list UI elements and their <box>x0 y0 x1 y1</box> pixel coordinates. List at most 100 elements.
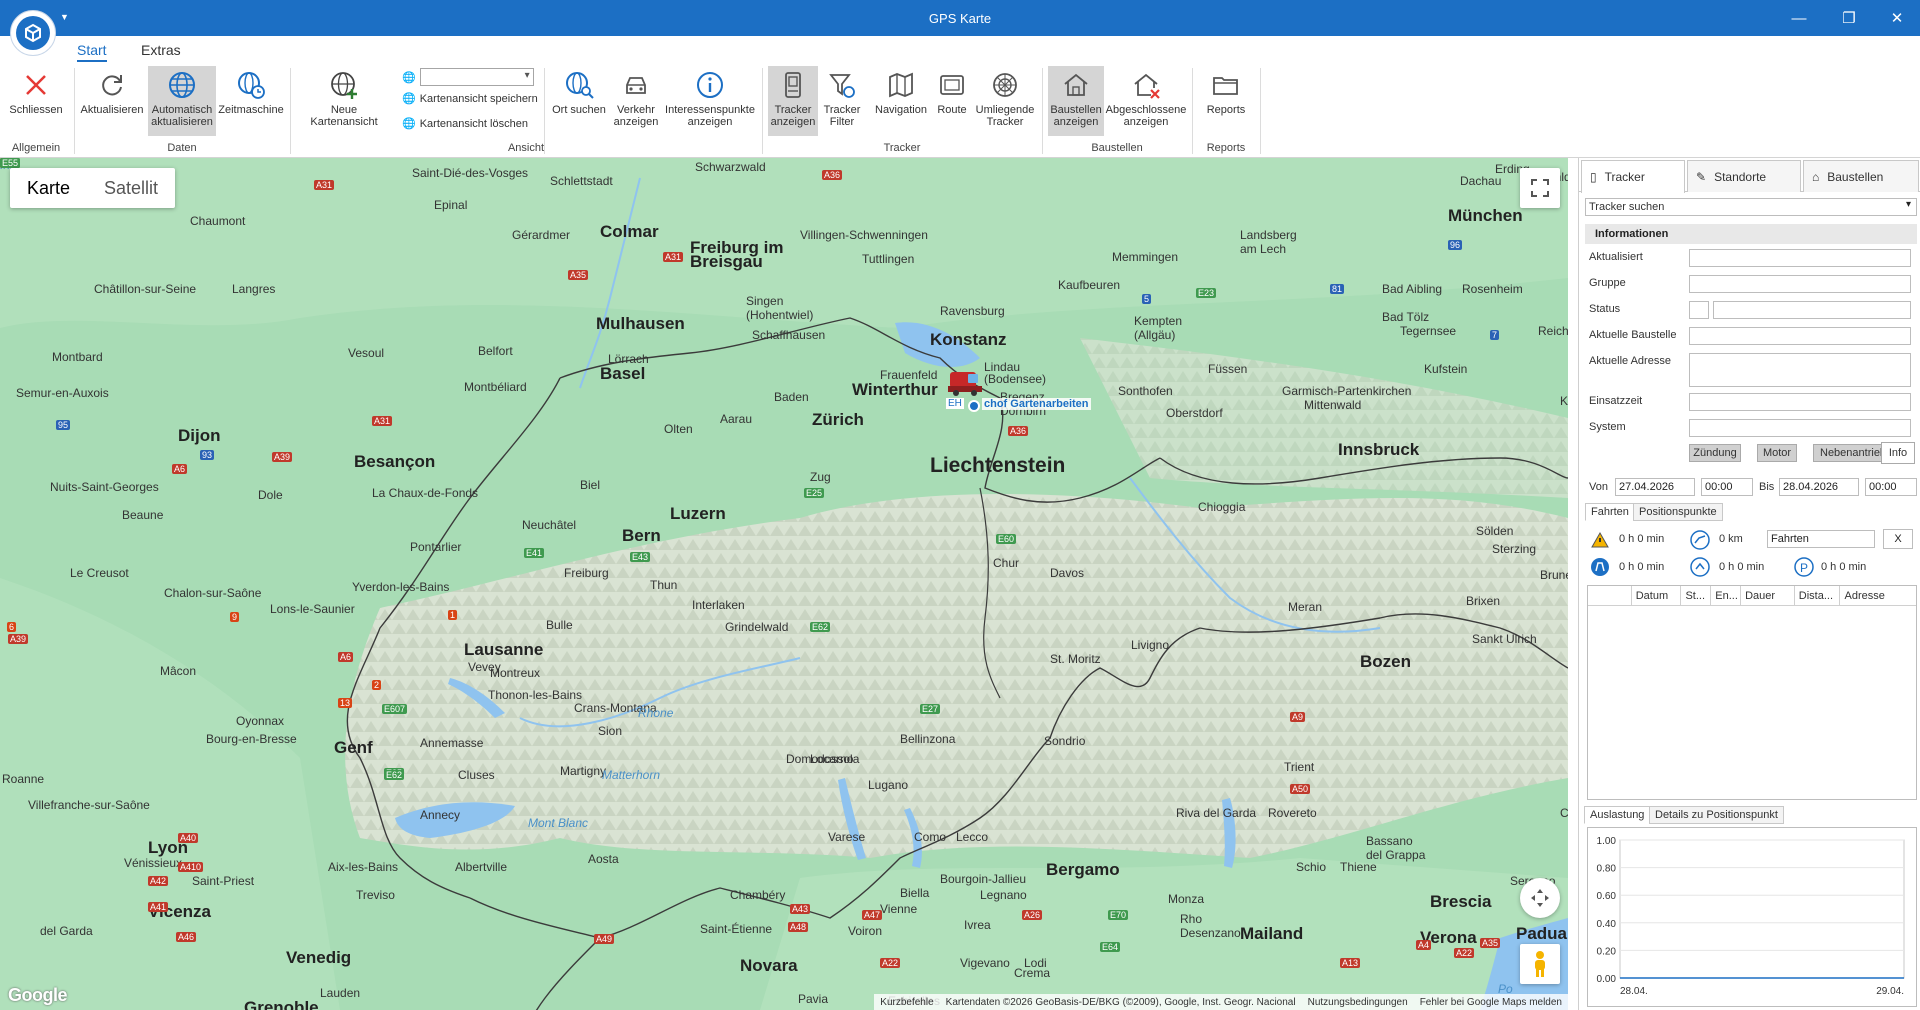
clear-filter-button[interactable]: X <box>1883 529 1913 549</box>
col-header-start[interactable]: St... <box>1681 586 1712 605</box>
subtab-fahrten[interactable]: Fahrten <box>1585 503 1635 521</box>
schliessen-button[interactable]: Schliessen <box>6 66 66 136</box>
bis-date-picker[interactable]: 28.04.2026 <box>1779 478 1859 496</box>
subtab-positionspunkte[interactable]: Positionspunkte <box>1633 503 1723 521</box>
neue-kartenansicht-button[interactable]: Neue Kartenansicht <box>296 66 392 136</box>
fullscreen-icon <box>1531 179 1549 197</box>
restore-button[interactable]: ❐ <box>1826 0 1872 36</box>
road-shield: A31 <box>314 180 335 190</box>
road-shield: A43 <box>790 904 811 914</box>
chart-y-tick-label: 0.60 <box>1597 891 1617 902</box>
abgeschlossene-button[interactable]: Abgeschlossene anzeigen <box>1106 66 1186 136</box>
map-place-label: Basel <box>600 364 646 383</box>
map-place-label: Yverdon-les-Bains <box>352 580 450 594</box>
close-window-button[interactable]: ✕ <box>1874 0 1920 36</box>
poi-label-1: Interessenspunkte <box>665 104 755 116</box>
nebenantrieb-button[interactable]: Nebenantrieb <box>1813 444 1883 462</box>
chart-y-tick-label: 0.20 <box>1597 946 1617 957</box>
map-place-label: Dijon <box>178 426 221 445</box>
tab-baustellen[interactable]: ⌂ Baustellen <box>1803 160 1919 192</box>
chart-y-tick-label: 0.80 <box>1597 864 1617 875</box>
tab-standorte[interactable]: ✎ Standorte <box>1687 160 1801 192</box>
camera-control-button[interactable] <box>1520 878 1560 918</box>
map-place-label: Como <box>914 830 947 844</box>
umliegende-tracker-button[interactable]: Umliegende Tracker <box>974 66 1036 136</box>
road-shield: E43 <box>630 552 651 562</box>
fullscreen-button[interactable] <box>1520 168 1560 208</box>
tab-tracker[interactable]: ▯ Tracker <box>1581 160 1685 193</box>
reports-button[interactable]: Reports <box>1198 66 1254 136</box>
col-header-ende[interactable]: En... <box>1711 586 1742 605</box>
map-view[interactable]: Saint-Dié-des-Vosges Schlettstadt Schwarzw… <box>0 158 1568 1010</box>
map-place-label: Grindelwald <box>725 620 789 634</box>
von-date-picker[interactable]: 27.04.2026 <box>1615 478 1695 496</box>
road-shield: E25 <box>804 488 825 498</box>
kartenansicht-loeschen-label: Kartenansicht löschen <box>419 117 528 130</box>
kartenansicht-loeschen-button[interactable]: 🌐 Kartenansicht löschen <box>402 117 528 131</box>
col-header-select[interactable] <box>1588 586 1632 605</box>
baustelle-marker-icon[interactable] <box>968 400 980 412</box>
app-logo-button[interactable] <box>10 10 56 56</box>
zuendung-button[interactable]: Zündung <box>1689 444 1741 462</box>
tracker-anzeigen-button[interactable]: Tracker anzeigen <box>768 66 818 136</box>
map-place-label: Bozen <box>1360 652 1411 671</box>
tracker-filter-button[interactable]: Tracker Filter <box>820 66 864 136</box>
map-place-label: Innsbruck <box>1338 440 1420 459</box>
ort-suchen-button[interactable]: Ort suchen <box>550 66 608 136</box>
tracker-marker[interactable] <box>946 366 986 398</box>
arrows-icon <box>1531 889 1549 907</box>
aktualisieren-button[interactable]: Aktualisieren <box>80 66 144 136</box>
bis-time-spinner[interactable]: 00:00 <box>1865 478 1917 496</box>
attribution-shortcuts[interactable]: Kurzbefehle <box>880 997 933 1008</box>
col-header-adresse[interactable]: Adresse <box>1840 586 1916 605</box>
map-place-label: Mâcon <box>160 664 197 678</box>
road-shield: E60 <box>996 534 1017 544</box>
verkehr-button[interactable]: Verkehr anzeigen <box>610 66 662 136</box>
map-place-label: Bergamo <box>1046 860 1120 879</box>
tab-details-positionspunkt[interactable]: Details zu Positionspunkt <box>1649 806 1784 824</box>
info-button[interactable]: Info <box>1881 442 1915 464</box>
col-header-dauer[interactable]: Dauer <box>1741 586 1795 605</box>
baustellen-anzeigen-button[interactable]: Baustellen anzeigen <box>1048 66 1104 136</box>
minimize-button[interactable]: — <box>1776 0 1822 36</box>
map-place-label: Grenoble <box>244 998 319 1010</box>
kartenansicht-speichern-button[interactable]: 🌐 Kartenansicht speichern <box>402 92 538 106</box>
tab-start[interactable]: Start <box>77 42 107 62</box>
zeitmaschine-button[interactable]: Zeitmaschine <box>218 66 284 136</box>
tab-standorte-label: Standorte <box>1714 169 1767 184</box>
road-shield: A39 <box>272 452 293 462</box>
tab-extras[interactable]: Extras <box>141 42 181 58</box>
road-shield: A39 <box>8 634 29 644</box>
attribution-report[interactable]: Fehler bei Google Maps melden <box>1420 997 1562 1008</box>
motor-button[interactable]: Motor <box>1757 444 1797 462</box>
tracker-search-combo[interactable]: Tracker suchen <box>1585 198 1917 216</box>
route-button[interactable]: Route <box>932 66 972 136</box>
col-header-datum[interactable]: Datum <box>1632 586 1682 605</box>
tracker-marker-label: EH <box>946 398 964 409</box>
navigation-button[interactable]: Navigation <box>872 66 930 136</box>
col-header-distanz[interactable]: Dista... <box>1795 586 1841 605</box>
road-shield: 7 <box>1490 330 1500 340</box>
globe-clock-icon <box>235 69 267 101</box>
street-view-button[interactable] <box>1520 944 1560 984</box>
von-time-spinner[interactable]: 00:00 <box>1701 478 1753 496</box>
fahrten-select[interactable]: Fahrten <box>1767 530 1875 548</box>
road-shield: A36 <box>1008 426 1029 436</box>
chevron-down-icon[interactable]: ▾ <box>1906 199 1911 210</box>
interessenspunkte-button[interactable]: Interessenspunkte anzeigen <box>664 66 756 136</box>
map-type-satellit[interactable]: Satellit <box>87 168 175 208</box>
map-place-label: Chambéry <box>730 888 786 902</box>
map-place-label: Meran <box>1288 600 1323 614</box>
kartenansicht-combo[interactable] <box>419 68 534 86</box>
map-type-karte[interactable]: Karte <box>10 168 87 208</box>
attribution-terms[interactable]: Nutzungsbedingungen <box>1308 997 1408 1008</box>
chart-plot-area <box>1619 839 1905 979</box>
auslastung-chart-svg: 1.00 0.80 0.60 0.40 0.20 0.0028.04. 29.04. <box>1597 836 1905 997</box>
tab-auslastung[interactable]: Auslastung <box>1584 806 1651 824</box>
parking-icon: P <box>1793 556 1815 578</box>
auto-aktualisieren-button[interactable]: Automatisch aktualisieren <box>148 66 216 136</box>
house-icon: ⌂ <box>1812 169 1820 184</box>
road-shield: A26 <box>1022 910 1043 920</box>
label-aktualisiert: Aktualisiert <box>1589 251 1643 263</box>
kartenansicht-selector[interactable]: 🌐 <box>402 68 534 86</box>
